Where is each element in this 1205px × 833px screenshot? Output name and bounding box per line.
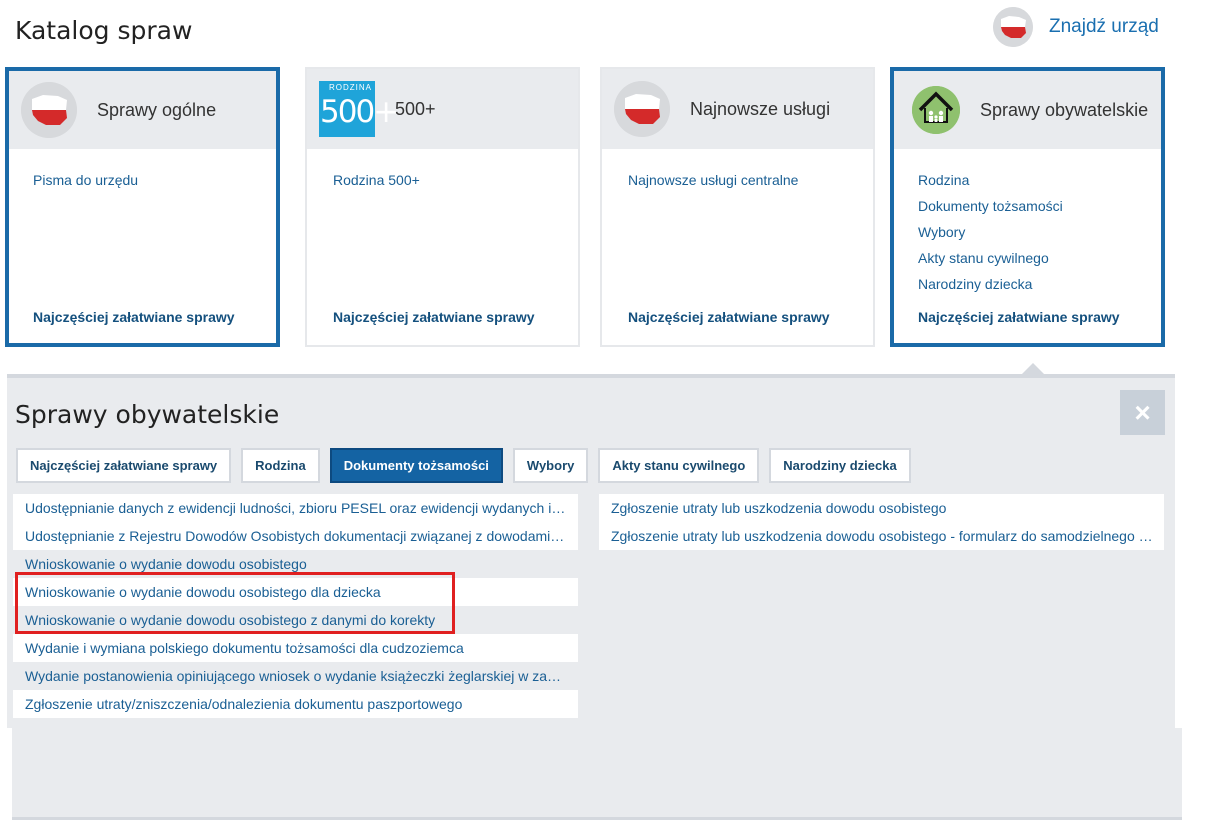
service-list-right: Zgłoszenie utraty lub uszkodzenia dowodu… bbox=[599, 494, 1164, 550]
page: Katalog spraw Znajdź urząd Sprawy ogólne bbox=[0, 0, 1205, 833]
card-footer-link[interactable]: Najczęściej załatwiane sprawy bbox=[918, 309, 1120, 325]
poland-map-icon bbox=[614, 81, 670, 137]
card-header: Sprawy obywatelskie bbox=[894, 71, 1161, 149]
card-link-akty[interactable]: Akty stanu cywilnego bbox=[918, 245, 1161, 271]
panel-empty-area bbox=[12, 728, 1182, 820]
tab-wybory[interactable]: Wybory bbox=[512, 448, 589, 483]
card-link-rodzina-500[interactable]: Rodzina 500+ bbox=[333, 167, 578, 193]
card-title: Sprawy ogólne bbox=[97, 99, 217, 120]
card-link-wybory[interactable]: Wybory bbox=[918, 219, 1161, 245]
service-list-item[interactable]: Zgłoszenie utraty/zniszczenia/odnalezien… bbox=[13, 690, 578, 718]
card-header: Najnowsze usługi bbox=[602, 69, 873, 149]
service-list-item[interactable]: Udostępnianie z Rejestru Dowodów Osobist… bbox=[13, 522, 578, 550]
tab-narodziny-dziecka[interactable]: Narodziny dziecka bbox=[769, 448, 911, 483]
card-header: RODZINA 500+ 500+ bbox=[307, 69, 578, 149]
card-sprawy-obywatelskie[interactable]: Sprawy obywatelskie Rodzina Dokumenty to… bbox=[890, 67, 1165, 347]
close-button[interactable]: × bbox=[1120, 390, 1165, 435]
card-footer-link[interactable]: Najczęściej załatwiane sprawy bbox=[628, 309, 830, 325]
card-sprawy-ogolne[interactable]: Sprawy ogólne Pisma do urzędu Najczęście… bbox=[5, 67, 280, 347]
service-list-item[interactable]: Zgłoszenie utraty lub uszkodzenia dowodu… bbox=[599, 494, 1164, 522]
service-list-item[interactable]: Wydanie i wymiana polskiego dokumentu to… bbox=[13, 634, 578, 662]
card-footer-link[interactable]: Najczęściej załatwiane sprawy bbox=[33, 309, 235, 325]
service-list-item[interactable]: Udostępnianie danych z ewidencji ludnośc… bbox=[13, 494, 578, 522]
service-list-item[interactable]: Wnioskowanie o wydanie dowodu osobistego bbox=[13, 550, 578, 578]
card-link-rodzina[interactable]: Rodzina bbox=[918, 167, 1161, 193]
card-link-najnowsze-centralne[interactable]: Najnowsze usługi centralne bbox=[628, 167, 873, 193]
card-title: Najnowsze usługi bbox=[690, 98, 831, 119]
tab-akty-stanu-cywilnego[interactable]: Akty stanu cywilnego bbox=[598, 448, 760, 483]
panel-pointer bbox=[1022, 363, 1044, 374]
tab-rodzina[interactable]: Rodzina bbox=[241, 448, 320, 483]
rodzina-500-logo: RODZINA 500+ bbox=[319, 81, 399, 137]
find-office-link[interactable]: Znajdź urząd bbox=[993, 7, 1159, 47]
tab-dokumenty-tozsamosci[interactable]: Dokumenty tożsamości bbox=[329, 448, 503, 483]
card-najnowsze-uslugi[interactable]: Najnowsze usługi Najnowsze usługi centra… bbox=[600, 67, 875, 347]
card-link-dokumenty[interactable]: Dokumenty tożsamości bbox=[918, 193, 1161, 219]
family-house-icon bbox=[912, 86, 960, 134]
category-panel: Sprawy obywatelskie × Najczęściej załatw… bbox=[7, 374, 1175, 728]
close-icon: × bbox=[1134, 396, 1151, 428]
card-500-plus[interactable]: RODZINA 500+ 500+ Rodzina 500+ Najczęści… bbox=[305, 67, 580, 347]
poland-map-icon bbox=[21, 82, 77, 138]
card-link-narodziny[interactable]: Narodziny dziecka bbox=[918, 271, 1161, 297]
service-list-item[interactable]: Zgłoszenie utraty lub uszkodzenia dowodu… bbox=[599, 522, 1164, 550]
page-title: Katalog spraw bbox=[15, 16, 193, 45]
card-title: Sprawy obywatelskie bbox=[980, 99, 1149, 120]
card-title: 500+ bbox=[395, 98, 436, 119]
tab-bar: Najczęściej załatwiane sprawy Rodzina Do… bbox=[16, 448, 921, 483]
find-office-label: Znajdź urząd bbox=[1049, 16, 1159, 37]
service-list-left: Udostępnianie danych z ewidencji ludnośc… bbox=[13, 494, 578, 718]
service-list-item[interactable]: Wydanie postanowienia opiniującego wnios… bbox=[13, 662, 578, 690]
card-link-pisma[interactable]: Pisma do urzędu bbox=[33, 167, 276, 193]
panel-title: Sprawy obywatelskie bbox=[15, 400, 280, 429]
card-footer-link[interactable]: Najczęściej załatwiane sprawy bbox=[333, 309, 535, 325]
card-header: Sprawy ogólne bbox=[9, 71, 276, 149]
tab-najczesciej[interactable]: Najczęściej załatwiane sprawy bbox=[16, 448, 232, 483]
service-list-item[interactable]: Wnioskowanie o wydanie dowodu osobistego… bbox=[13, 578, 578, 606]
poland-map-icon bbox=[993, 7, 1033, 47]
service-list-item[interactable]: Wnioskowanie o wydanie dowodu osobistego… bbox=[13, 606, 578, 634]
